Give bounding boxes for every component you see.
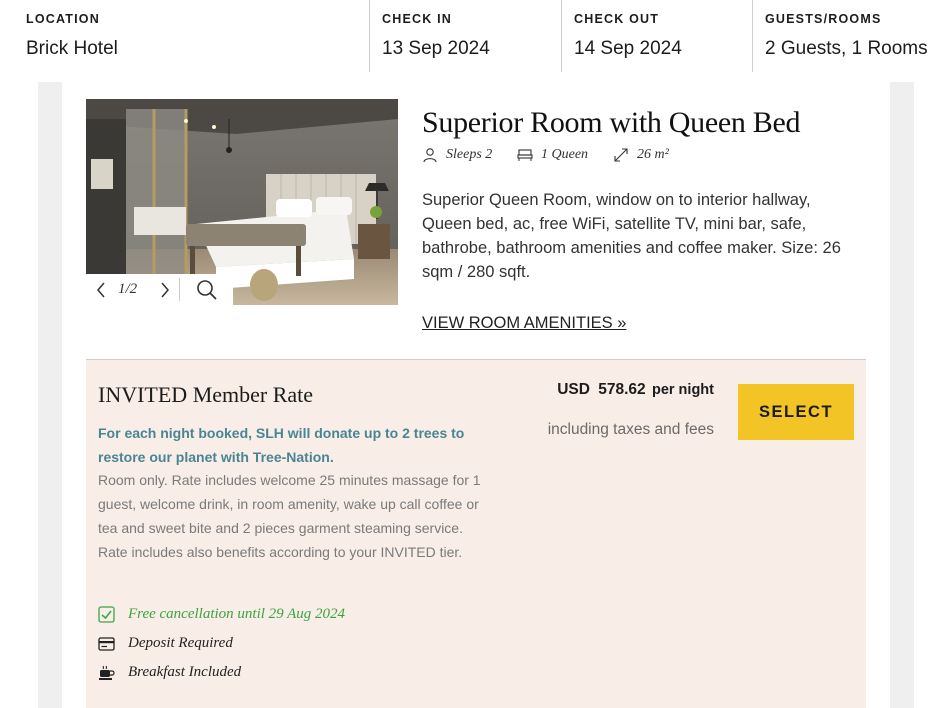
guests-rooms-label: GUESTS/ROOMS (765, 12, 882, 26)
check-square-icon (98, 606, 115, 623)
person-icon (423, 148, 437, 163)
chevron-right-icon (161, 282, 169, 297)
room-description: Superior Queen Room, window on to interi… (422, 191, 841, 281)
magnifier-icon (197, 279, 217, 300)
gallery-next-button[interactable] (156, 274, 174, 305)
right-gutter (890, 82, 914, 708)
coffee-cup-icon (99, 665, 115, 680)
perk-text: Free cancellation until 29 Aug 2024 (128, 606, 346, 622)
room-feature-text: 1 Queen (541, 147, 589, 162)
check-in-field[interactable]: CHECK IN 13 Sep 2024 (370, 0, 561, 72)
perk-deposit: Deposit Required (98, 635, 233, 652)
room-feature-text: 26 m² (637, 147, 669, 162)
gallery-counter: 1/2 (118, 281, 138, 297)
guests-rooms-value: 2 Guests, 1 Rooms (765, 38, 928, 59)
perk-breakfast: Breakfast Included (98, 664, 241, 681)
price: USD 578.62 per night (557, 381, 714, 399)
location-label: LOCATION (26, 12, 100, 26)
gallery-controls: 1/2 (86, 274, 233, 305)
view-room-amenities-link[interactable]: VIEW ROOM AMENITIES » (422, 314, 626, 333)
check-out-field[interactable]: CHECK OUT 14 Sep 2024 (562, 0, 752, 72)
room-feature-text: Sleeps 2 (446, 147, 493, 162)
expand-arrows-icon (614, 148, 628, 162)
rate-description: Room only. Rate includes welcome 25 minu… (98, 472, 481, 560)
price-per-night: per night (651, 382, 714, 398)
room-title: Superior Room with Queen Bed (422, 106, 801, 139)
location-value: Brick Hotel (26, 38, 118, 59)
guests-rooms-field[interactable]: GUESTS/ROOMS 2 Guests, 1 Rooms (753, 0, 934, 72)
check-in-value: 13 Sep 2024 (382, 38, 490, 59)
rate-promo-text: For each night booked, SLH will donate u… (98, 425, 465, 465)
room-feature-size: 26 m² (613, 147, 669, 163)
check-in-label: CHECK IN (382, 12, 453, 26)
left-gutter (38, 82, 62, 708)
chevron-left-icon (97, 282, 105, 297)
price-amount: 578.62 (598, 381, 646, 398)
bed-icon (517, 149, 533, 161)
perk-text: Deposit Required (128, 635, 233, 651)
select-rate-button[interactable]: SELECT (738, 384, 854, 440)
perk-free-cancellation: Free cancellation until 29 Aug 2024 (98, 606, 345, 623)
booking-search-bar: LOCATION Brick Hotel CHECK IN 13 Sep 202… (0, 0, 934, 72)
card-icon (98, 636, 115, 651)
check-out-value: 14 Sep 2024 (574, 38, 682, 59)
location-field[interactable]: LOCATION Brick Hotel (0, 0, 369, 72)
rate-panel: INVITED Member Rate For each night booke… (86, 360, 866, 708)
gallery-zoom-button[interactable] (192, 274, 222, 305)
gallery-prev-button[interactable] (92, 274, 110, 305)
price-taxes-note: including taxes and fees (547, 421, 714, 438)
divider (179, 278, 180, 301)
price-currency: USD (557, 381, 590, 398)
check-out-label: CHECK OUT (574, 12, 660, 26)
room-feature-bed: 1 Queen (517, 147, 588, 163)
rate-title: INVITED Member Rate (98, 382, 314, 407)
room-feature-sleeps: Sleeps 2 (422, 147, 492, 163)
perk-text: Breakfast Included (128, 664, 242, 680)
